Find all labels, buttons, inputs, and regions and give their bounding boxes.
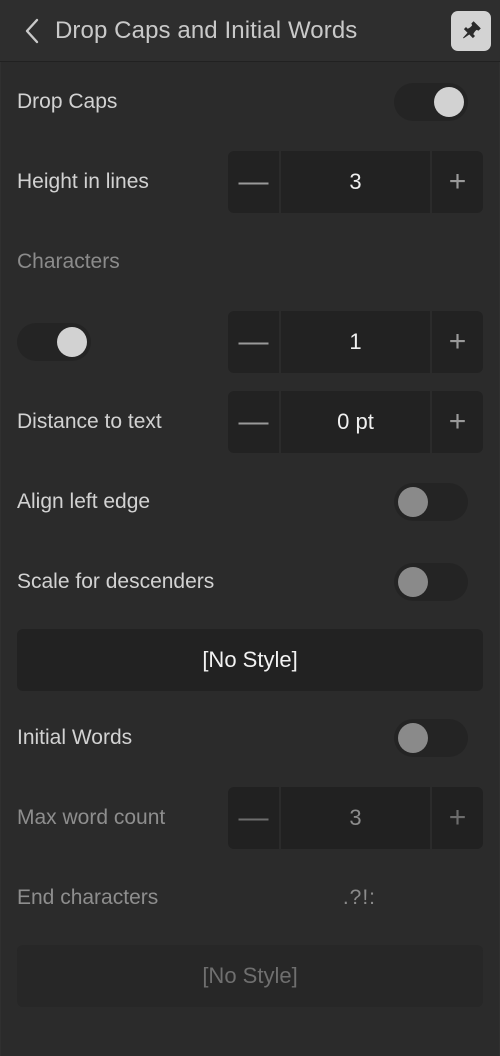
characters-decrement-button[interactable]: — (228, 311, 279, 373)
characters-value[interactable]: 1 (281, 311, 430, 373)
distance-to-text-decrement-button[interactable]: — (228, 391, 279, 453)
row-align-left-edge: Align left edge (0, 462, 500, 542)
height-in-lines-value[interactable]: 3 (281, 151, 430, 213)
row-drop-caps-style: [No Style] (0, 622, 500, 698)
end-characters-value[interactable]: .?!: (343, 886, 376, 910)
max-word-count-increment-button[interactable]: + (432, 787, 483, 849)
scale-for-descenders-toggle[interactable] (394, 563, 468, 601)
row-distance-to-text: Distance to text — 0 pt + (0, 382, 500, 462)
row-initial-words-style: [No Style] (0, 938, 500, 1014)
align-left-edge-toggle[interactable] (394, 483, 468, 521)
distance-to-text-value[interactable]: 0 pt (281, 391, 430, 453)
drop-caps-style-button[interactable]: [No Style] (17, 629, 483, 691)
toggle-knob (434, 87, 464, 117)
height-in-lines-label: Height in lines (17, 170, 149, 193)
page-title: Drop Caps and Initial Words (55, 17, 358, 44)
toggle-knob (398, 567, 428, 597)
max-word-count-stepper: — 3 + (228, 787, 483, 849)
row-max-word-count: Max word count — 3 + (0, 778, 500, 858)
height-in-lines-decrement-button[interactable]: — (228, 151, 279, 213)
toggle-knob (398, 723, 428, 753)
initial-words-label: Initial Words (17, 726, 133, 749)
row-characters-control: — 1 + (0, 302, 500, 382)
distance-to-text-stepper: — 0 pt + (228, 391, 483, 453)
drop-caps-panel: Drop Caps and Initial Words Drop Caps He… (0, 0, 500, 1056)
toggle-knob (57, 327, 87, 357)
distance-to-text-increment-button[interactable]: + (432, 391, 483, 453)
row-end-characters: End characters .?!: (0, 858, 500, 938)
end-characters-label: End characters (17, 886, 159, 909)
row-scale-for-descenders: Scale for descenders (0, 542, 500, 622)
toggle-knob (398, 487, 428, 517)
height-in-lines-increment-button[interactable]: + (432, 151, 483, 213)
drop-caps-toggle[interactable] (394, 83, 468, 121)
scale-for-descenders-label: Scale for descenders (17, 570, 215, 593)
panel-header: Drop Caps and Initial Words (0, 0, 500, 62)
back-button[interactable] (14, 12, 48, 50)
align-left-edge-label: Align left edge (17, 490, 151, 513)
distance-to-text-label: Distance to text (17, 410, 162, 433)
characters-increment-button[interactable]: + (432, 311, 483, 373)
characters-toggle[interactable] (17, 323, 91, 361)
row-initial-words: Initial Words (0, 698, 500, 778)
row-drop-caps: Drop Caps (0, 62, 500, 142)
initial-words-style-button[interactable]: [No Style] (17, 945, 483, 1007)
max-word-count-value[interactable]: 3 (281, 787, 430, 849)
characters-section-label: Characters (17, 250, 120, 273)
max-word-count-label: Max word count (17, 806, 166, 829)
max-word-count-decrement-button[interactable]: — (228, 787, 279, 849)
drop-caps-label: Drop Caps (17, 90, 118, 113)
chevron-left-icon (23, 17, 40, 45)
height-in-lines-stepper: — 3 + (228, 151, 483, 213)
characters-stepper: — 1 + (228, 311, 483, 373)
row-height-in-lines: Height in lines — 3 + (0, 142, 500, 222)
panel-body: Drop Caps Height in lines — 3 + Characte… (0, 62, 500, 1014)
row-characters-section: Characters (0, 222, 500, 302)
pushpin-icon (459, 19, 483, 43)
pin-panel-button[interactable] (451, 11, 491, 51)
initial-words-toggle[interactable] (394, 719, 468, 757)
